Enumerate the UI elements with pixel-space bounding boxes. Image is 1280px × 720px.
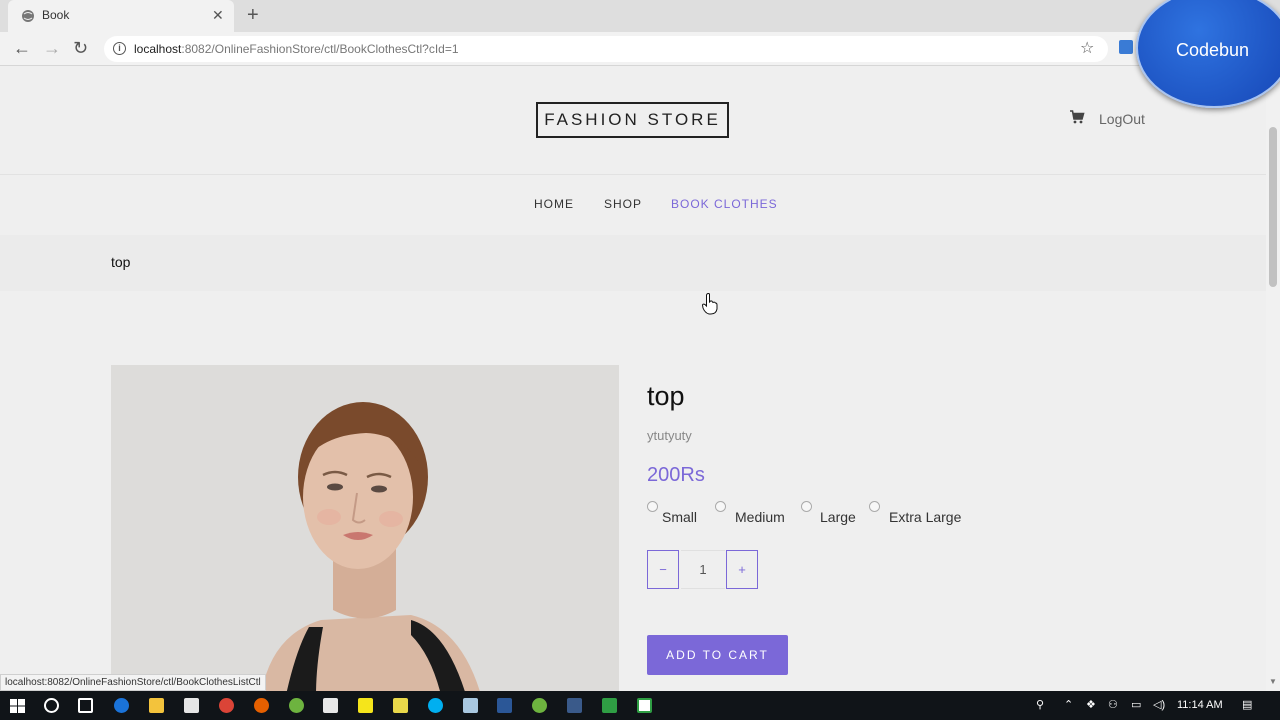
store-logo[interactable]: FASHION STORE <box>536 102 729 138</box>
sql-tool-icon[interactable] <box>567 698 582 713</box>
size-label: Medium <box>735 509 785 525</box>
windows-taskbar: ⚲ ⌃ ❖ ⚇ ▭ ◁) 11:14 AM ▤ <box>0 691 1280 720</box>
people-icon[interactable]: ⚲ <box>1036 698 1044 711</box>
camtasia-icon[interactable] <box>602 698 617 713</box>
sticky-notes-icon[interactable] <box>358 698 373 713</box>
skype-icon[interactable] <box>428 698 443 713</box>
task-view-icon[interactable] <box>78 698 93 713</box>
browser-tab-bar: Book ✕ + <box>0 0 1280 32</box>
hand-cursor-icon <box>702 293 718 315</box>
status-bar-url: localhost:8082/OnlineFashionStore/ctl/Bo… <box>0 674 266 691</box>
radio-button[interactable] <box>715 501 726 512</box>
file-explorer-icon[interactable] <box>149 698 164 713</box>
chrome-icon[interactable] <box>219 698 234 713</box>
product-price: 200Rs <box>647 464 705 486</box>
extension-icon[interactable] <box>1119 40 1133 54</box>
product-description: ytutyuty <box>647 428 692 443</box>
reload-icon[interactable]: ↻ <box>73 38 88 59</box>
bookmark-star-icon[interactable]: ☆ <box>1080 38 1094 58</box>
back-arrow-icon[interactable]: ← <box>13 38 31 59</box>
quantity-input[interactable]: 1 <box>681 550 725 589</box>
store-icon[interactable] <box>184 698 199 713</box>
tab-title: Book <box>42 8 70 22</box>
firefox-icon[interactable] <box>254 698 269 713</box>
dropbox-icon[interactable]: ❖ <box>1086 698 1096 711</box>
mail-icon[interactable] <box>323 698 338 713</box>
nav-book-clothes[interactable]: BOOK CLOTHES <box>671 197 778 211</box>
windows-start-icon[interactable] <box>10 699 25 713</box>
product-image <box>111 365 619 691</box>
header-divider <box>0 174 1266 175</box>
quantity-decrease-button[interactable]: − <box>647 550 679 589</box>
page-scrollbar[interactable]: ▲ ▼ <box>1266 67 1280 691</box>
word-icon[interactable] <box>497 698 512 713</box>
model-photo <box>111 365 619 691</box>
logout-link[interactable]: LogOut <box>1099 111 1145 127</box>
size-label: Small <box>662 509 698 525</box>
browser-tab[interactable]: Book ✕ <box>8 0 234 32</box>
cortana-icon[interactable] <box>44 698 59 713</box>
notepad-icon[interactable] <box>463 698 478 713</box>
size-label: Extra Large <box>889 509 962 525</box>
radio-button[interactable] <box>869 501 880 512</box>
nav-home[interactable]: HOME <box>534 197 574 211</box>
notifications-icon[interactable]: ▤ <box>1242 698 1252 711</box>
network-icon[interactable]: ▭ <box>1131 698 1141 711</box>
breadcrumb: top <box>111 254 131 270</box>
nav-shop[interactable]: SHOP <box>604 197 642 211</box>
quantity-increase-button[interactable]: + <box>726 550 758 589</box>
url-text: localhost:8082/OnlineFashionStore/ctl/Bo… <box>134 42 459 56</box>
spring-icon[interactable] <box>532 698 547 713</box>
size-label: Large <box>820 509 856 525</box>
info-icon[interactable]: i <box>113 42 126 55</box>
cart-icon[interactable] <box>1069 109 1085 125</box>
taskbar-clock[interactable]: 11:14 AM <box>1177 699 1223 711</box>
add-to-cart-button[interactable]: ADD TO CART <box>647 635 788 675</box>
scroll-thumb[interactable] <box>1269 127 1277 287</box>
codebun-label: Codebun <box>1176 40 1250 60</box>
forward-arrow-icon[interactable]: → <box>43 38 61 59</box>
recorder-icon[interactable] <box>637 698 652 713</box>
breadcrumb-bar: top <box>0 235 1266 291</box>
globe-icon <box>22 10 34 22</box>
tray-app-icon[interactable]: ⚇ <box>1108 698 1118 711</box>
product-title: top <box>647 381 685 411</box>
scroll-down-icon[interactable]: ▼ <box>1269 677 1277 686</box>
notepad-plus-icon[interactable] <box>393 698 408 713</box>
chevron-up-icon[interactable]: ⌃ <box>1064 698 1073 711</box>
radio-button[interactable] <box>647 501 658 512</box>
volume-icon[interactable]: ◁) <box>1153 698 1165 711</box>
page-content: FASHION STORE LogOut HOME SHOP BOOK CLOT… <box>0 67 1266 691</box>
address-bar[interactable]: i localhost:8082/OnlineFashionStore/ctl/… <box>104 36 1108 62</box>
new-tab-icon[interactable]: + <box>247 4 259 27</box>
close-icon[interactable]: ✕ <box>212 7 224 24</box>
radio-button[interactable] <box>801 501 812 512</box>
edge-icon[interactable] <box>114 698 129 713</box>
spring-tools-icon[interactable] <box>289 698 304 713</box>
